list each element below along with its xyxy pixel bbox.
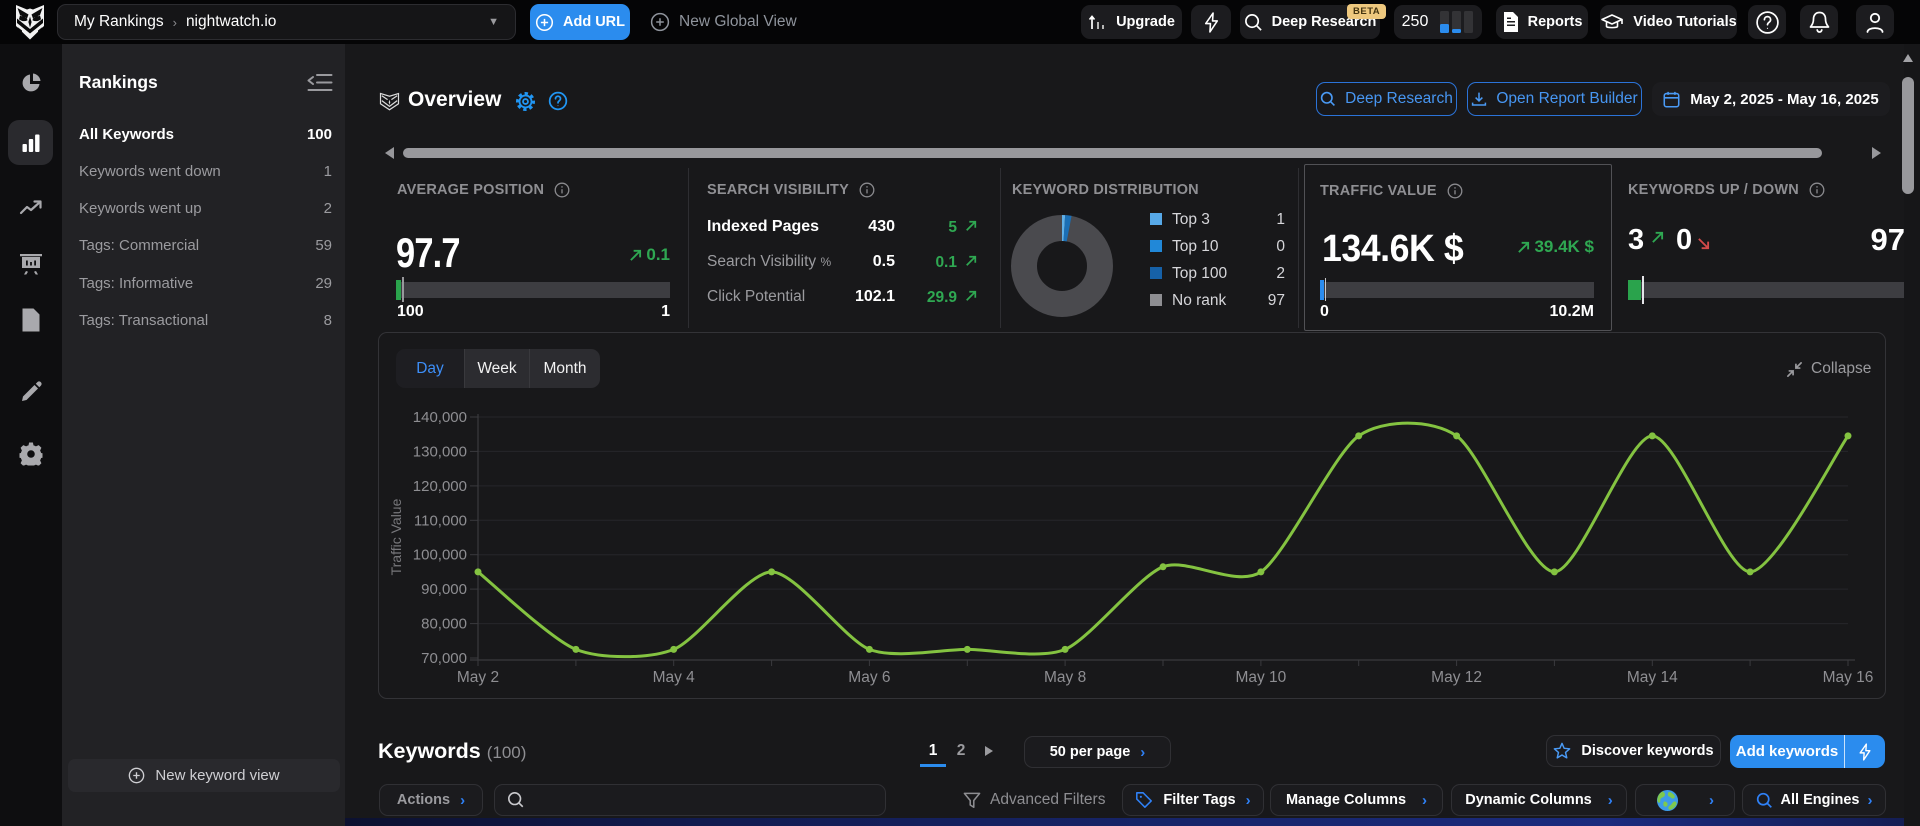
svg-text:May 14: May 14 [1627,669,1678,686]
svg-text:70,000: 70,000 [421,650,467,667]
svg-text:May 4: May 4 [653,669,696,686]
svg-text:May 6: May 6 [848,669,890,686]
svg-text:100,000: 100,000 [413,547,467,564]
svg-text:110,000: 110,000 [414,512,467,529]
svg-text:May 2: May 2 [457,669,499,686]
svg-text:90,000: 90,000 [421,581,467,598]
svg-text:120,000: 120,000 [413,478,467,495]
svg-text:80,000: 80,000 [421,616,467,633]
svg-text:130,000: 130,000 [413,443,467,460]
svg-text:May 12: May 12 [1431,669,1482,686]
svg-text:May 16: May 16 [1823,669,1874,686]
svg-text:May 10: May 10 [1235,669,1286,686]
svg-text:Traffic Value: Traffic Value [388,498,404,575]
svg-text:May 8: May 8 [1044,669,1086,686]
svg-text:140,000: 140,000 [413,409,467,426]
